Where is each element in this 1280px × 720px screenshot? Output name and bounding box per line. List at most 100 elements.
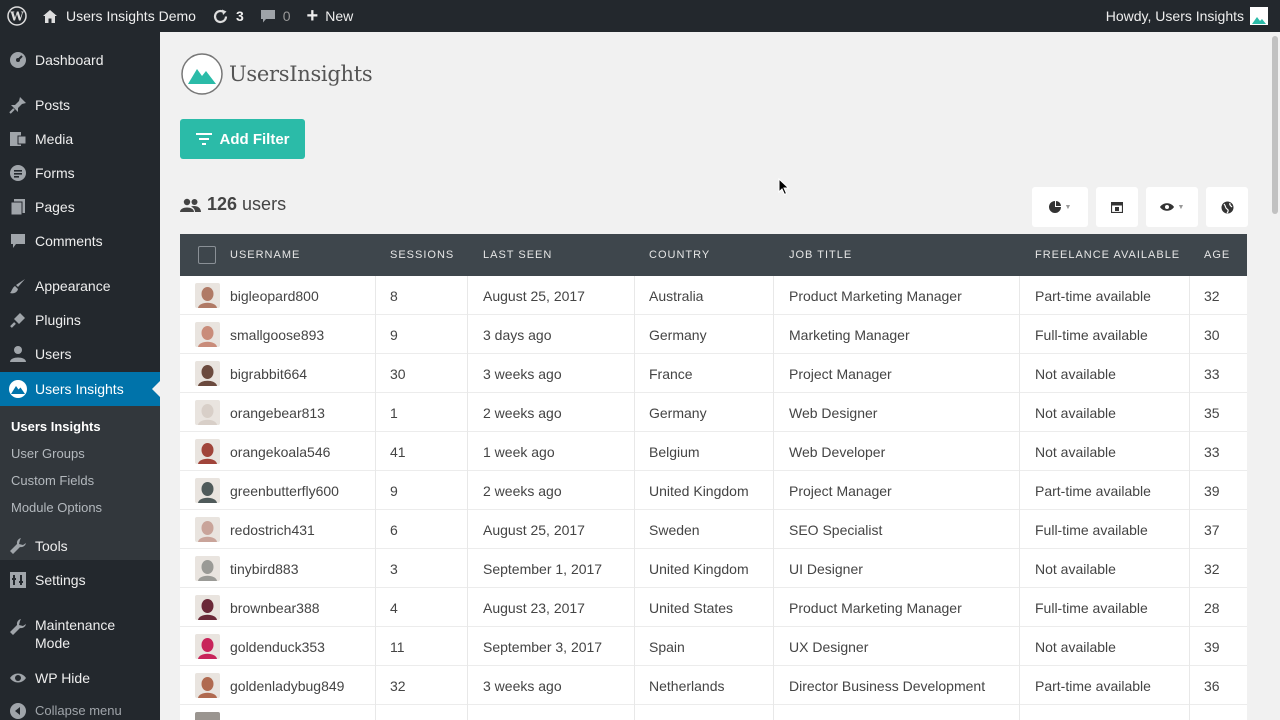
user-avatar[interactable]: [195, 361, 220, 386]
user-avatar[interactable]: [195, 439, 220, 464]
table-row[interactable]: bigrabbit664 30 3 weeks ago France Project M…: [180, 354, 1247, 393]
submenu-item-users-insights[interactable]: Users Insights: [11, 419, 101, 434]
cell-age: 33: [1204, 443, 1220, 460]
table-row[interactable]: goldenduck353 11 September 3, 2017 Spain UX …: [180, 627, 1247, 666]
column-header-username[interactable]: USERNAME: [230, 234, 300, 276]
cell-username[interactable]: orangekoala546: [230, 432, 330, 471]
sidebar-item-settings[interactable]: Settings: [0, 568, 160, 592]
account-menu[interactable]: Howdy, Users Insights: [1098, 0, 1268, 32]
cell-last-seen: 1 week ago: [483, 443, 555, 460]
sidebar-item-tools[interactable]: Tools: [0, 534, 160, 558]
sidebar-item-users[interactable]: Users: [0, 342, 160, 366]
cell-username[interactable]: greenbutterfly600: [230, 471, 339, 510]
map-view-button[interactable]: [1206, 187, 1248, 227]
comments-link[interactable]: 0: [252, 0, 299, 32]
column-divider: [1019, 354, 1020, 393]
table-row[interactable]: brownbear388 4 August 23, 2017 United State…: [180, 588, 1247, 627]
column-header-freelance-available[interactable]: FREELANCE AVAILABLE: [1035, 234, 1180, 276]
column-divider: [1189, 315, 1190, 354]
column-divider: [467, 315, 468, 354]
user-avatar[interactable]: [195, 322, 220, 347]
sidebar-item-wp-hide[interactable]: WP Hide: [0, 666, 160, 690]
submenu-item-custom-fields[interactable]: Custom Fields: [11, 473, 94, 488]
export-button[interactable]: [1096, 187, 1138, 227]
dashboard-icon: [0, 51, 35, 69]
user-avatar[interactable]: [195, 556, 220, 581]
cell-last-seen: 3 weeks ago: [483, 677, 562, 694]
sidebar-item-pages[interactable]: Pages: [0, 195, 160, 219]
comment-icon: [0, 232, 35, 250]
column-divider: [1189, 432, 1190, 471]
user-avatar[interactable]: [195, 517, 220, 542]
column-header-age[interactable]: AGE: [1204, 234, 1230, 276]
new-content-link[interactable]: + New: [299, 0, 362, 32]
cell-username[interactable]: goldenduck353: [230, 627, 325, 666]
user-avatar[interactable]: [195, 712, 220, 720]
add-filter-button[interactable]: Add Filter: [180, 119, 305, 159]
column-divider: [467, 549, 468, 588]
site-name-link[interactable]: Users Insights Demo: [34, 0, 204, 32]
sidebar-item-appearance[interactable]: Appearance: [0, 274, 160, 298]
toggle-columns-button[interactable]: ▼: [1146, 187, 1198, 227]
sidebar-item-dashboard[interactable]: Dashboard: [0, 48, 160, 72]
svg-text:W: W: [9, 10, 24, 24]
user-avatar[interactable]: [195, 283, 220, 308]
cell-last-seen: August 25, 2017: [483, 521, 585, 538]
sidebar-item-users-insights[interactable]: Users Insights: [0, 372, 160, 406]
column-header-country[interactable]: COUNTRY: [649, 234, 710, 276]
column-divider: [1019, 315, 1020, 354]
table-row[interactable]: greenbutterfly600 9 2 weeks ago United King…: [180, 471, 1247, 510]
page-scrollbar[interactable]: [1270, 32, 1280, 720]
updates-link[interactable]: 3: [204, 0, 252, 32]
table-row[interactable]: tinybird883 3 September 1, 2017 United King…: [180, 549, 1247, 588]
cell-username[interactable]: tinybird883: [230, 549, 299, 588]
collapse-menu-button[interactable]: Collapse menu: [0, 701, 160, 720]
plus-icon: +: [306, 5, 319, 27]
table-row[interactable]: orangekoala546 41 1 week ago Belgium Web Dev…: [180, 432, 1247, 471]
cell-username[interactable]: smallgoose893: [230, 315, 324, 354]
media-icon: [0, 130, 35, 148]
submenu-item-user-groups[interactable]: User Groups: [11, 446, 85, 461]
column-divider: [773, 276, 774, 315]
column-divider: [375, 354, 376, 393]
sidebar-item-plugins[interactable]: Plugins: [0, 308, 160, 332]
cell-job: UI Designer: [789, 560, 863, 577]
scrollbar-thumb[interactable]: [1272, 36, 1278, 214]
table-row[interactable]: redostrich431 6 August 25, 2017 Sweden SEO S…: [180, 510, 1247, 549]
table-row[interactable]: smallgoose893 9 3 days ago Germany Marketing…: [180, 315, 1247, 354]
cell-username[interactable]: brownbear388: [230, 588, 320, 627]
sidebar-item-posts[interactable]: Posts: [0, 93, 160, 117]
cell-username[interactable]: goldenladybug849: [230, 666, 344, 705]
cell-username[interactable]: bigrabbit664: [230, 354, 307, 393]
table-row[interactable]: [180, 705, 1247, 720]
sidebar-item-comments[interactable]: Comments: [0, 229, 160, 253]
cell-sessions: 32: [390, 677, 406, 694]
cell-last-seen: 2 weeks ago: [483, 482, 562, 499]
cell-username[interactable]: redostrich431: [230, 510, 315, 549]
cell-last-seen: September 3, 2017: [483, 638, 603, 655]
select-all-checkbox[interactable]: [198, 246, 216, 264]
user-avatar[interactable]: [195, 634, 220, 659]
table-row[interactable]: bigleopard800 8 August 25, 2017 Australia Pr…: [180, 276, 1247, 315]
sidebar-item-forms[interactable]: Forms: [0, 161, 160, 185]
table-row[interactable]: orangebear813 1 2 weeks ago Germany Web Desi…: [180, 393, 1247, 432]
table-row[interactable]: goldenladybug849 32 3 weeks ago Netherlands…: [180, 666, 1247, 705]
column-header-last-seen[interactable]: LAST SEEN: [483, 234, 552, 276]
segments-chart-button[interactable]: ▼: [1032, 187, 1088, 227]
sidebar-item-media[interactable]: Media: [0, 127, 160, 151]
column-divider: [1019, 666, 1020, 705]
sidebar-item-maintenance-mode[interactable]: Maintenance Mode: [0, 616, 160, 656]
column-divider: [1189, 666, 1190, 705]
column-header-sessions[interactable]: SESSIONS: [390, 234, 454, 276]
user-avatar[interactable]: [195, 400, 220, 425]
cell-username[interactable]: bigleopard800: [230, 276, 319, 315]
column-header-job-title[interactable]: JOB TITLE: [789, 234, 852, 276]
wordpress-logo-icon[interactable]: W: [0, 0, 34, 32]
user-avatar[interactable]: [195, 478, 220, 503]
user-avatar[interactable]: [195, 595, 220, 620]
submenu-item-module-options[interactable]: Module Options: [11, 500, 102, 515]
cell-username[interactable]: orangebear813: [230, 393, 325, 432]
user-avatar[interactable]: [195, 673, 220, 698]
user-icon: [0, 345, 35, 363]
column-divider: [467, 588, 468, 627]
